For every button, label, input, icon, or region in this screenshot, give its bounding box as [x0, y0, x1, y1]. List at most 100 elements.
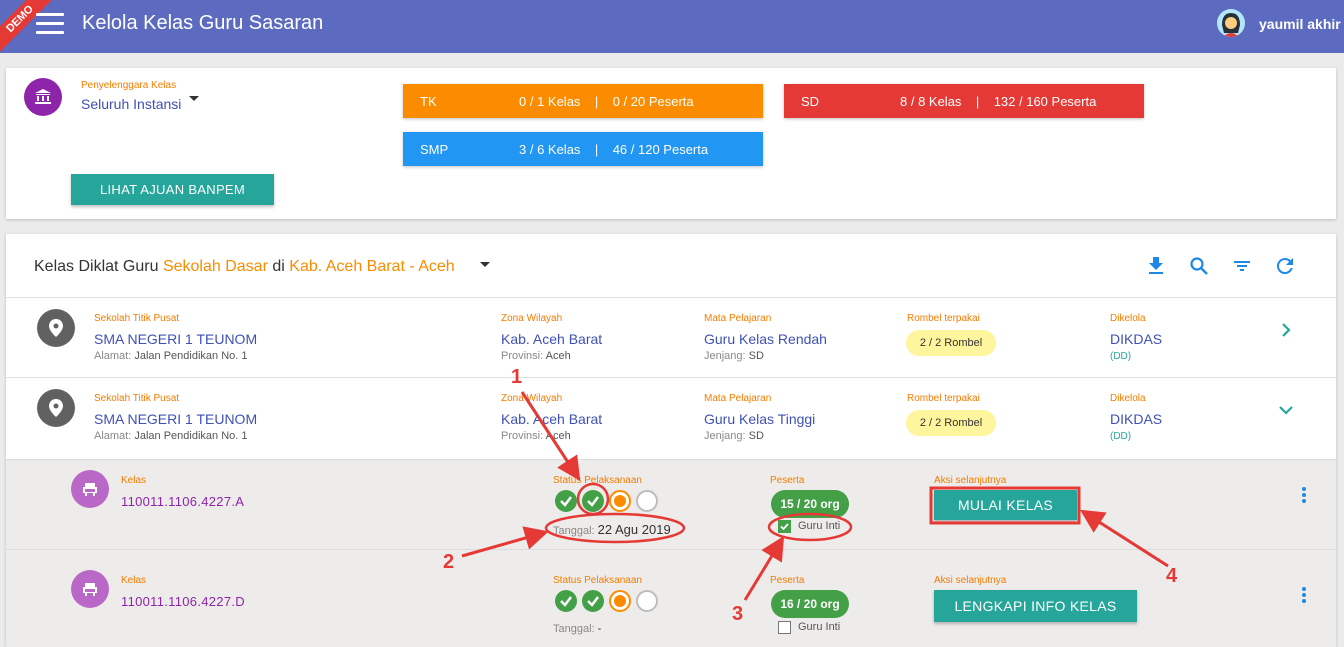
annotation-number-4: 4 [1166, 565, 1178, 587]
zona-label: Zona Wilayah [501, 313, 563, 324]
aksi-label: Aksi selanjutnya [934, 475, 1007, 486]
chair-icon [71, 470, 109, 508]
class-code[interactable]: 110011.1106.4227.D [121, 594, 245, 609]
refresh-icon[interactable] [1273, 254, 1297, 278]
lengkapi-info-kelas-button[interactable]: LENGKAPI INFO KELAS [934, 590, 1137, 622]
school-address: Alamat: Jalan Pendidikan No. 1 [94, 350, 248, 362]
heading-mid: di [272, 258, 285, 275]
zona-value: Kab. Aceh Barat [501, 411, 603, 427]
step-pending-icon [636, 590, 658, 612]
dikelola-label: Dikelola [1110, 393, 1146, 404]
school-address: Alamat: Jalan Pendidikan No. 1 [94, 430, 248, 442]
sekolah-label: Sekolah Titik Pusat [94, 313, 180, 324]
region-caret-down-icon[interactable] [480, 262, 490, 267]
alamat-label: Alamat: [94, 350, 132, 362]
lihat-ajuan-banpem-button[interactable]: LIHAT AJUAN BANPEM [71, 174, 274, 205]
school-name: SMA NEGERI 1 TEUNOM [94, 411, 258, 427]
school-group-row[interactable]: Sekolah Titik Pusat SMA NEGERI 1 TEUNOM … [6, 377, 1336, 459]
rombel-badge: 2 / 2 Rombel [906, 330, 996, 356]
class-list-card: Kelas Diklat Guru Sekolah Dasar di Kab. … [6, 234, 1336, 647]
school-group-row[interactable]: Sekolah Titik Pusat SMA NEGERI 1 TEUNOM … [6, 297, 1336, 377]
address-value: Jalan Pendidikan No. 1 [134, 430, 248, 442]
provinsi-label: Provinsi: [501, 430, 544, 442]
app-bar: DEMO Kelola Kelas Guru Sasaran yaumil ak… [0, 0, 1344, 61]
provinsi-value: Aceh [545, 430, 571, 442]
page-title: Kelola Kelas Guru Sasaran [82, 12, 324, 34]
jenjang-value: SD [748, 430, 764, 442]
kelas-label: Kelas [121, 475, 147, 486]
dikelola-value: DIKDAS [1110, 411, 1163, 427]
mapel-value: Guru Kelas Rendah [704, 331, 827, 347]
tanggal-value: 22 Agu 2019 [597, 522, 671, 537]
stat-sd: SD 8 / 8 Kelas | 132 / 160 Peserta [784, 84, 1144, 118]
status-label: Status Pelaksanaan [553, 475, 642, 486]
annotation-number-3: 3 [732, 603, 744, 625]
stat-value: 0 / 1 Kelas | 0 / 20 Peserta [519, 94, 694, 109]
status-steps [555, 490, 658, 512]
peserta-badge[interactable]: 16 / 20 org [771, 590, 849, 618]
step-current-icon [609, 590, 631, 612]
jenjang: Jenjang: SD [704, 350, 764, 362]
institution-icon [24, 78, 62, 116]
step-done-check-icon [555, 590, 577, 612]
guru-inti-label: Guru Inti [798, 621, 841, 633]
peserta-label: Peserta [770, 475, 805, 486]
filter-icon[interactable] [1230, 254, 1254, 278]
heading-level[interactable]: Sekolah Dasar [163, 258, 268, 275]
stat-name: SMP [420, 142, 449, 157]
status-steps [555, 590, 658, 612]
tanggal: Tanggal: 22 Agu 2019 [553, 522, 671, 537]
list-heading: Kelas Diklat Guru Sekolah Dasar di Kab. … [34, 258, 455, 276]
penyelenggara-label: Penyelenggara Kelas [81, 80, 177, 91]
dikelola-sub: (DD) [1110, 431, 1132, 442]
chevron-right-icon[interactable] [1278, 322, 1294, 338]
avatar-icon [1217, 9, 1245, 37]
zona-label: Zona Wilayah [501, 393, 563, 404]
dikelola-value: DIKDAS [1110, 331, 1163, 347]
tanggal-label: Tanggal: [553, 525, 595, 537]
penyelenggara-select[interactable]: Seluruh Instansi [81, 96, 181, 112]
class-row: Kelas 110011.1106.4227.A Status Pelaksan… [6, 459, 1336, 549]
provinsi: Provinsi: Aceh [501, 350, 571, 362]
search-icon[interactable] [1187, 254, 1211, 278]
dikelola-label: Dikelola [1110, 313, 1146, 324]
stat-smp: SMP 3 / 6 Kelas | 46 / 120 Peserta [403, 132, 763, 166]
user-name[interactable]: yaumil akhir [1259, 16, 1341, 32]
provinsi-value: Aceh [545, 350, 571, 362]
rombel-label: Rombel terpakai [907, 393, 980, 404]
zona-value: Kab. Aceh Barat [501, 331, 603, 347]
step-done-check-icon [555, 490, 577, 512]
more-vert-icon[interactable] [1302, 487, 1306, 505]
stat-value: 8 / 8 Kelas | 132 / 160 Peserta [900, 94, 1097, 109]
peserta-label: Peserta [770, 575, 805, 586]
stat-name: TK [420, 94, 437, 109]
jenjang-label: Jenjang: [704, 350, 746, 362]
stat-value: 3 / 6 Kelas | 46 / 120 Peserta [519, 142, 709, 157]
guru-inti-checkbox[interactable] [778, 520, 791, 533]
mapel-label: Mata Pelajaran [704, 393, 772, 404]
caret-down-icon[interactable] [189, 96, 199, 101]
mulai-kelas-button[interactable]: MULAI KELAS [934, 490, 1077, 520]
class-row: Kelas 110011.1106.4227.D Status Pelaksan… [6, 549, 1336, 647]
class-code[interactable]: 110011.1106.4227.A [121, 494, 244, 509]
provinsi-label: Provinsi: [501, 350, 544, 362]
user-avatar[interactable] [1217, 9, 1245, 37]
address-value: Jalan Pendidikan No. 1 [134, 350, 248, 362]
tanggal: Tanggal: - [553, 623, 601, 635]
download-icon[interactable] [1144, 254, 1168, 278]
annotation-number-1: 1 [511, 366, 523, 388]
heading-region[interactable]: Kab. Aceh Barat - Aceh [289, 258, 454, 275]
hamburger-menu-icon[interactable] [36, 13, 64, 35]
step-current-icon [609, 490, 631, 512]
guru-inti-checkbox[interactable] [778, 621, 791, 634]
chair-icon [71, 570, 109, 608]
jenjang-label: Jenjang: [704, 430, 746, 442]
mapel-label: Mata Pelajaran [704, 313, 772, 324]
more-vert-icon[interactable] [1302, 587, 1306, 605]
aksi-label: Aksi selanjutnya [934, 575, 1007, 586]
peserta-badge[interactable]: 15 / 20 org [771, 490, 849, 518]
location-pin-icon [37, 309, 75, 347]
step-pending-icon [636, 490, 658, 512]
chevron-down-icon[interactable] [1278, 402, 1294, 418]
stat-name: SD [801, 94, 820, 109]
